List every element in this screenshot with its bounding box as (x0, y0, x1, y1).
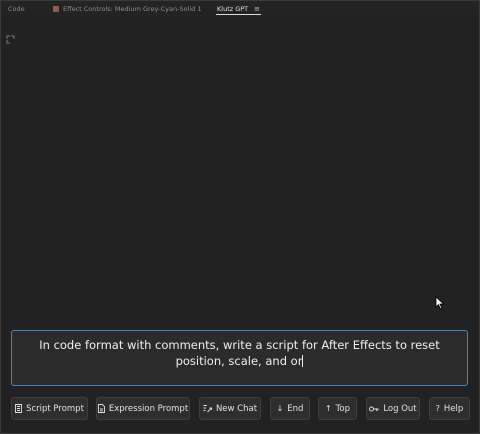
tab-klutz-gpt[interactable]: Klutz GPT ≡ (216, 5, 262, 15)
document-icon (97, 404, 105, 413)
expression-prompt-button[interactable]: Expression Prompt (96, 397, 190, 420)
new-chat-button[interactable]: New Chat (199, 397, 261, 420)
arrow-down-icon: ↓ (276, 404, 284, 413)
panel-tab-bar: Code Effect Controls: Medium Grey-Cyan-S… (1, 1, 479, 17)
log-out-button[interactable]: Log Out (366, 397, 420, 420)
top-label: Top (335, 403, 351, 414)
script-prompt-button[interactable]: Script Prompt (11, 397, 88, 420)
end-button[interactable]: ↓ End (270, 397, 310, 420)
key-icon (369, 406, 379, 411)
script-document-icon (15, 404, 23, 413)
text-caret (302, 355, 304, 367)
active-tab-underline (216, 14, 262, 15)
label-color-swatch-icon (53, 6, 59, 12)
end-label: End (287, 403, 304, 414)
mouse-pointer-icon (435, 296, 445, 310)
tab-code[interactable]: Code (8, 5, 25, 13)
tab-klutz-gpt-label: Klutz GPT (217, 5, 249, 13)
klutz-gpt-panel: Code Effect Controls: Medium Grey-Cyan-S… (0, 0, 480, 434)
question-mark-icon: ? (435, 404, 440, 413)
help-label: Help (443, 403, 464, 414)
arrow-up-icon: ↑ (324, 404, 332, 413)
panel-menu-icon[interactable]: ≡ (254, 5, 260, 13)
expression-prompt-label: Expression Prompt (108, 403, 189, 414)
script-prompt-label: Script Prompt (26, 403, 84, 414)
tab-effect-controls-label: Effect Controls: Medium Grey-Cyan-Solid … (63, 5, 202, 13)
prompt-text: In code format with comments, write a sc… (39, 338, 440, 368)
log-out-label: Log Out (383, 403, 417, 414)
expand-icon[interactable] (6, 35, 15, 44)
new-chat-label: New Chat (215, 403, 258, 414)
top-button[interactable]: ↑ Top (318, 397, 357, 420)
prompt-input[interactable]: In code format with comments, write a sc… (11, 330, 468, 386)
tab-effect-controls[interactable]: Effect Controls: Medium Grey-Cyan-Solid … (53, 5, 202, 13)
compose-icon (203, 405, 212, 413)
help-button[interactable]: ? Help (429, 397, 470, 420)
